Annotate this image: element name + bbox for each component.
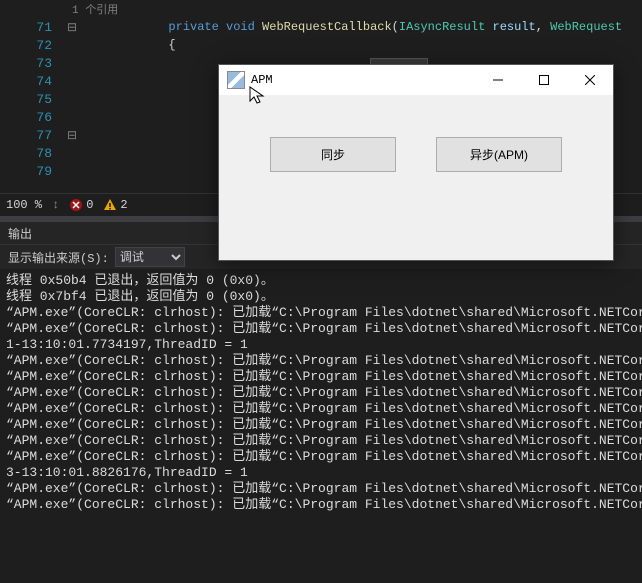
- line-number: 73: [12, 56, 62, 71]
- line-number: 76: [12, 110, 62, 125]
- fold-toggle[interactable]: ⊟: [62, 20, 82, 35]
- dialog-title: APM: [251, 73, 475, 87]
- line-number: 79: [12, 164, 62, 179]
- error-count[interactable]: 0: [69, 198, 93, 212]
- line-number: 74: [12, 74, 62, 89]
- async-button[interactable]: 异步(APM): [436, 137, 562, 172]
- warning-icon: [103, 198, 117, 212]
- line-number: 75: [12, 92, 62, 107]
- code-line[interactable]: 71⊟ private void WebRequestCallback(IAsy…: [0, 18, 642, 36]
- output-source-label: 显示输出来源(S):: [8, 249, 109, 266]
- app-icon: [227, 71, 245, 89]
- line-number: 77: [12, 128, 62, 143]
- output-source-select[interactable]: 调试: [115, 247, 185, 267]
- minimize-button[interactable]: [475, 65, 521, 95]
- code-line[interactable]: 72 {: [0, 36, 642, 54]
- error-icon: [69, 198, 83, 212]
- zoom-level[interactable]: 100 %: [6, 198, 42, 212]
- warning-count[interactable]: 2: [103, 198, 127, 212]
- maximize-button[interactable]: [521, 65, 567, 95]
- updown-icon[interactable]: ↕: [52, 198, 59, 212]
- sync-button[interactable]: 同步: [270, 137, 396, 172]
- dialog-titlebar[interactable]: APM: [219, 65, 613, 95]
- line-number: 72: [12, 38, 62, 53]
- line-number: 78: [12, 146, 62, 161]
- line-number: 71: [12, 20, 62, 35]
- close-button[interactable]: [567, 65, 613, 95]
- apm-dialog: APM 同步 异步(APM): [218, 64, 614, 261]
- output-text[interactable]: 线程 0x50b4 已退出，返回值为 0 (0x0)。 线程 0x7bf4 已退…: [0, 269, 642, 583]
- fold-toggle[interactable]: ⊟: [62, 128, 82, 143]
- codelens-reference[interactable]: 1 个引用: [72, 1, 118, 17]
